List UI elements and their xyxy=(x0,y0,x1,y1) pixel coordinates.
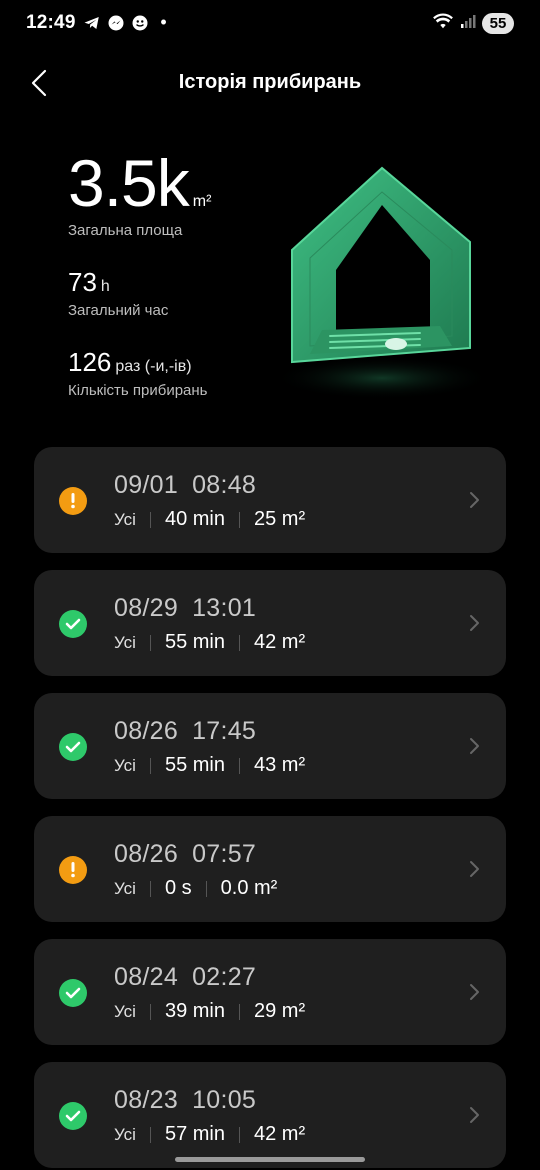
divider xyxy=(149,757,151,774)
chevron-right-icon xyxy=(470,984,479,1000)
history-area: 0.0 m² xyxy=(220,877,278,899)
history-meta: Усі 55 min 43 m² xyxy=(114,754,305,777)
history-time: 10:05 xyxy=(192,1086,257,1114)
wifi-icon xyxy=(432,12,454,35)
history-datetime: 08/24 02:27 xyxy=(114,963,256,992)
history-area: 42 m² xyxy=(253,631,306,653)
history-meta: Усі 57 min 42 m² xyxy=(114,1123,305,1146)
history-date: 08/26 xyxy=(114,840,179,868)
divider xyxy=(149,880,151,897)
history-area: 29 m² xyxy=(253,1000,306,1022)
telegram-icon xyxy=(82,13,101,32)
history-area: 42 m² xyxy=(253,1123,306,1145)
history-time: 08:48 xyxy=(192,471,257,499)
divider xyxy=(149,1126,151,1143)
history-datetime: 08/29 13:01 xyxy=(114,594,256,623)
history-item[interactable]: 08/26 07:57 Усі 0 s 0.0 m² xyxy=(34,816,506,922)
divider xyxy=(149,1003,151,1020)
signal-icon xyxy=(460,13,476,34)
page-title: Історія прибирань xyxy=(178,71,362,93)
history-area: 43 m² xyxy=(253,754,306,776)
total-area-value: 3.5k xyxy=(68,146,190,220)
cleaning-count-unit: раз (-и,-ів) xyxy=(115,358,192,375)
total-time-value: 73 xyxy=(68,267,97,297)
chevron-right-icon xyxy=(470,615,479,631)
house-illustration xyxy=(270,150,500,410)
chevron-right-icon xyxy=(470,492,479,508)
history-date: 08/23 xyxy=(114,1086,179,1114)
notification-icons: • xyxy=(82,12,173,32)
divider xyxy=(238,1126,240,1143)
history-date: 08/24 xyxy=(114,963,179,991)
history-duration: 55 min xyxy=(164,631,225,653)
history-date: 08/26 xyxy=(114,717,179,745)
history-mode: Усі xyxy=(114,1001,136,1021)
divider xyxy=(149,634,151,651)
status-time: 12:49 xyxy=(26,12,76,33)
header: Історія прибирань xyxy=(0,58,540,108)
divider xyxy=(149,511,151,528)
divider xyxy=(238,757,240,774)
history-duration: 0 s xyxy=(164,877,192,899)
history-mode: Усі xyxy=(114,755,136,775)
history-item[interactable]: 08/23 10:05 Усі 57 min 42 m² xyxy=(34,1062,506,1168)
divider xyxy=(238,634,240,651)
history-datetime: 08/26 07:57 xyxy=(114,840,256,869)
history-date: 08/29 xyxy=(114,594,179,622)
cleaning-history-list: 09/01 08:48 Усі 40 min 25 m² 08/29 13:01 Усі… xyxy=(34,447,506,1170)
check-icon xyxy=(59,610,87,638)
check-icon xyxy=(59,733,87,761)
messenger-icon xyxy=(106,13,125,32)
chevron-right-icon xyxy=(470,861,479,877)
history-item[interactable]: 08/24 02:27 Усі 39 min 29 m² xyxy=(34,939,506,1045)
history-item[interactable]: 08/26 17:45 Усі 55 min 43 m² xyxy=(34,693,506,799)
history-duration: 40 min xyxy=(164,508,225,530)
history-datetime: 08/26 17:45 xyxy=(114,717,256,746)
history-item[interactable]: 09/01 08:48 Усі 40 min 25 m² xyxy=(34,447,506,553)
history-time: 17:45 xyxy=(192,717,257,745)
notification-dot: • xyxy=(160,12,167,32)
history-meta: Усі 39 min 29 m² xyxy=(114,1000,305,1023)
battery-indicator: 55 xyxy=(482,13,514,34)
history-meta: Усі 40 min 25 m² xyxy=(114,508,305,531)
chevron-right-icon xyxy=(470,738,479,754)
cleaning-count-value: 126 xyxy=(68,347,112,377)
warning-icon xyxy=(59,856,87,884)
check-icon xyxy=(59,979,87,1007)
history-area: 25 m² xyxy=(253,508,306,530)
home-indicator[interactable] xyxy=(175,1157,365,1162)
check-icon xyxy=(59,1102,87,1130)
divider xyxy=(205,880,207,897)
history-duration: 55 min xyxy=(164,754,225,776)
total-area-unit: m² xyxy=(192,193,212,210)
emoji-icon xyxy=(130,13,149,32)
history-duration: 39 min xyxy=(164,1000,225,1022)
status-bar: 12:49 • 55 xyxy=(0,0,540,50)
history-mode: Усі xyxy=(114,878,136,898)
history-meta: Усі 55 min 42 m² xyxy=(114,631,305,654)
history-date: 09/01 xyxy=(114,471,179,499)
divider xyxy=(238,1003,240,1020)
total-time-unit: h xyxy=(100,278,110,295)
history-item[interactable]: 08/29 13:01 Усі 55 min 42 m² xyxy=(34,570,506,676)
history-duration: 57 min xyxy=(164,1123,225,1145)
chevron-right-icon xyxy=(470,1107,479,1123)
history-time: 07:57 xyxy=(192,840,257,868)
history-datetime: 08/23 10:05 xyxy=(114,1086,256,1115)
history-meta: Усі 0 s 0.0 m² xyxy=(114,877,277,900)
history-mode: Усі xyxy=(114,1124,136,1144)
divider xyxy=(238,511,240,528)
history-datetime: 09/01 08:48 xyxy=(114,471,256,500)
history-mode: Усі xyxy=(114,509,136,529)
history-mode: Усі xyxy=(114,632,136,652)
history-time: 13:01 xyxy=(192,594,257,622)
status-right: 55 xyxy=(432,12,514,35)
history-time: 02:27 xyxy=(192,963,257,991)
warning-icon xyxy=(59,487,87,515)
